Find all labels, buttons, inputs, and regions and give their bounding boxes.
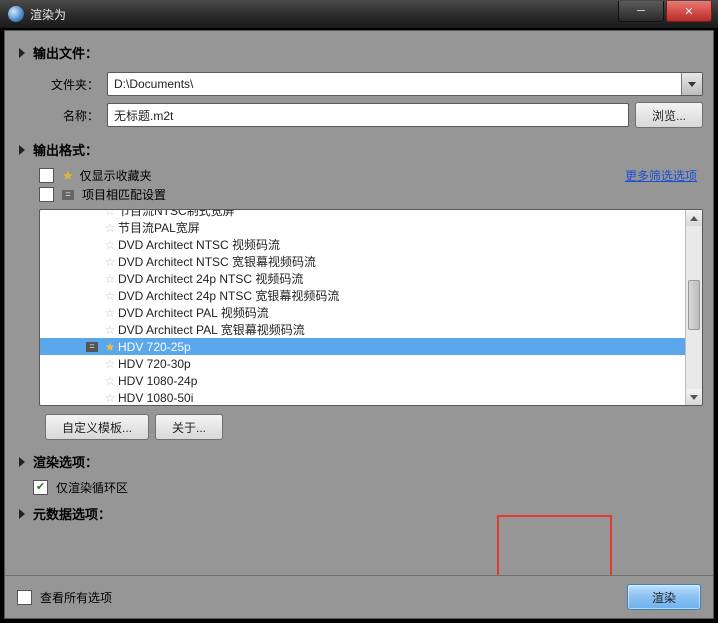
list-item[interactable]: ☆HDV 1080-50i — [40, 389, 686, 405]
list-item[interactable]: ☆DVD Architect PAL 视频码流 — [40, 304, 686, 321]
folder-value: D:\Documents\ — [114, 77, 193, 91]
name-label: 名称： — [39, 107, 99, 124]
chevron-right-icon — [19, 145, 25, 155]
list-item-label: DVD Architect 24p NTSC 视频码流 — [118, 270, 303, 287]
titlebar: 渲染为 ─ ✕ — [0, 0, 718, 29]
list-item-label: HDV 1080-50i — [118, 391, 193, 405]
fav-only-checkbox[interactable] — [39, 168, 54, 183]
about-button[interactable]: 关于... — [155, 414, 223, 440]
star-icon: ☆ — [104, 306, 116, 320]
list-item-label: 节目流NTSC制式宽屏 — [118, 210, 235, 219]
section-render-options[interactable]: 渲染选项： — [15, 446, 703, 477]
star-icon: ☆ — [104, 210, 116, 218]
list-item[interactable]: ☆DVD Architect 24p NTSC 视频码流 — [40, 270, 686, 287]
chevron-right-icon — [19, 509, 25, 519]
star-icon: ☆ — [104, 357, 116, 371]
star-icon: ☆ — [104, 238, 116, 252]
more-filters-link[interactable]: 更多筛选选项 — [625, 167, 697, 184]
close-button[interactable]: ✕ — [666, 1, 712, 22]
list-item-label: DVD Architect 24p NTSC 宽银幕视频码流 — [118, 287, 339, 304]
star-icon: ☆ — [104, 255, 116, 269]
list-item-label: DVD Architect PAL 视频码流 — [118, 304, 269, 321]
star-icon: ★ — [104, 340, 116, 354]
footer: 查看所有选项 渲染 — [5, 575, 713, 618]
folder-combo[interactable]: D:\Documents\ — [107, 72, 703, 96]
window-title: 渲染为 — [30, 6, 616, 23]
name-value: 无标题.m2t — [114, 107, 173, 124]
list-item[interactable]: ☆节目流NTSC制式宽屏 — [40, 210, 686, 219]
list-item-label: 节目流PAL宽屏 — [118, 219, 200, 236]
show-all-checkbox[interactable] — [17, 590, 32, 605]
scroll-thumb[interactable] — [688, 280, 700, 330]
section-output-format[interactable]: 输出格式： — [15, 134, 703, 165]
minimize-icon: ─ — [637, 5, 645, 17]
star-icon: ☆ — [104, 272, 116, 286]
dropdown-icon[interactable] — [681, 73, 702, 95]
custom-template-button[interactable]: 自定义模板... — [45, 414, 149, 440]
fav-only-label: 仅显示收藏夹 — [80, 167, 152, 184]
show-all-label: 查看所有选项 — [40, 589, 112, 606]
chevron-right-icon — [19, 48, 25, 58]
list-item[interactable]: ☆DVD Architect PAL 宽银幕视频码流 — [40, 321, 686, 338]
app-icon — [8, 6, 24, 22]
window-controls: ─ ✕ — [616, 1, 712, 21]
loop-only-checkbox[interactable] — [33, 480, 48, 495]
list-item[interactable]: ★HDV 720-25p — [40, 338, 686, 355]
star-icon: ☆ — [104, 391, 116, 405]
list-item[interactable]: ☆HDV 720-30p — [40, 355, 686, 372]
render-button[interactable]: 渲染 — [627, 584, 701, 610]
star-icon: ★ — [62, 169, 74, 182]
list-item[interactable]: ☆DVD Architect 24p NTSC 宽银幕视频码流 — [40, 287, 686, 304]
minimize-button[interactable]: ─ — [618, 1, 664, 22]
match-project-label: 项目相匹配设置 — [82, 186, 166, 203]
section-output-file-label: 输出文件： — [33, 43, 98, 62]
match-project-checkbox[interactable] — [39, 187, 54, 202]
list-item-label: DVD Architect NTSC 视频码流 — [118, 236, 280, 253]
list-item-label: HDV 1080-24p — [118, 374, 197, 388]
scroll-up-icon[interactable] — [686, 210, 702, 226]
star-icon: ☆ — [104, 323, 116, 337]
section-output-file[interactable]: 输出文件： — [15, 37, 703, 68]
folder-label: 文件夹： — [39, 76, 99, 93]
browse-button[interactable]: 浏览... — [635, 102, 703, 128]
list-item[interactable]: ☆节目流PAL宽屏 — [40, 219, 686, 236]
scrollbar[interactable] — [685, 210, 702, 405]
match-icon — [62, 190, 74, 200]
list-item[interactable]: ☆HDV 1080-24p — [40, 372, 686, 389]
star-icon: ☆ — [104, 374, 116, 388]
section-render-options-label: 渲染选项： — [33, 452, 98, 471]
star-icon: ☆ — [104, 221, 116, 235]
list-item-label: DVD Architect NTSC 宽银幕视频码流 — [118, 253, 316, 270]
scroll-down-icon[interactable] — [686, 389, 702, 405]
list-item[interactable]: ☆DVD Architect NTSC 宽银幕视频码流 — [40, 253, 686, 270]
list-item-label: HDV 720-25p — [118, 340, 191, 354]
match-icon — [86, 342, 98, 352]
format-list: ☆节目流NTSC制式宽屏☆节目流PAL宽屏☆DVD Architect NTSC… — [39, 209, 703, 406]
dialog-body: 输出文件： 文件夹： D:\Documents\ 名称： 无标题.m2t 浏览.… — [4, 30, 714, 619]
section-metadata-options-label: 元数据选项： — [33, 504, 111, 523]
section-metadata-options[interactable]: 元数据选项： — [15, 498, 703, 529]
list-item[interactable]: ☆DVD Architect NTSC 视频码流 — [40, 236, 686, 253]
star-icon: ☆ — [104, 289, 116, 303]
list-item-label: HDV 720-30p — [118, 357, 191, 371]
close-icon: ✕ — [684, 5, 693, 18]
section-output-format-label: 输出格式： — [33, 140, 98, 159]
loop-only-label: 仅渲染循环区 — [56, 479, 128, 496]
format-list-scroll[interactable]: ☆节目流NTSC制式宽屏☆节目流PAL宽屏☆DVD Architect NTSC… — [40, 210, 686, 405]
chevron-right-icon — [19, 457, 25, 467]
name-input[interactable]: 无标题.m2t — [107, 103, 629, 127]
list-item-label: DVD Architect PAL 宽银幕视频码流 — [118, 321, 305, 338]
